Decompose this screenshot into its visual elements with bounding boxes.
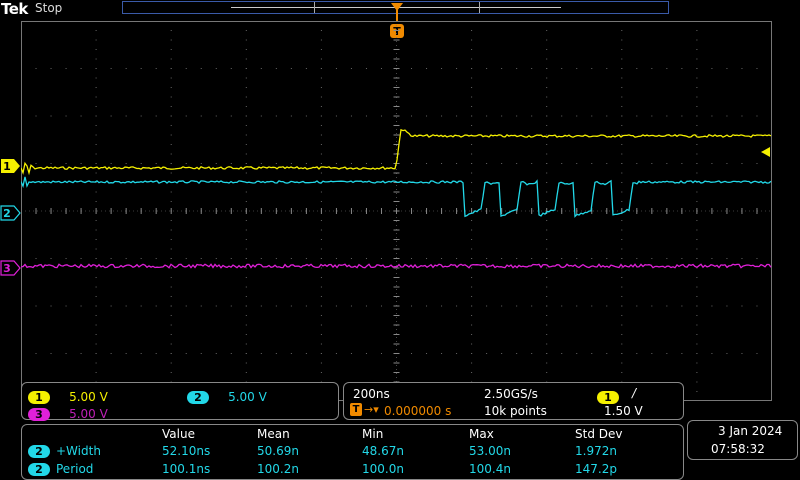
svg-text:2: 2 — [3, 207, 11, 220]
measurement-header-max: Max — [469, 427, 494, 441]
trigger-level: 1.50 V — [604, 404, 643, 418]
table-row[interactable]: 2 +Width 52.10ns 50.69n 48.67n 53.00n 1.… — [28, 444, 678, 460]
measurement-name: +Width — [56, 444, 101, 458]
trigger-position-icon: T — [350, 403, 362, 416]
svg-text:3: 3 — [3, 262, 11, 275]
trigger-position: 0.000000 s — [384, 404, 452, 418]
table-row[interactable]: 2 Period 100.1ns 100.2n 100.0n 100.4n 14… — [28, 462, 678, 478]
svg-text:1: 1 — [3, 160, 11, 173]
measurement-name: Period — [56, 462, 94, 476]
channel-3-waveform — [21, 263, 772, 269]
brand-logo: Tek — [1, 0, 28, 18]
channel-1-waveform — [21, 128, 772, 176]
trigger-slope: / — [632, 386, 637, 400]
measurement-header-std-dev: Std Dev — [575, 427, 623, 441]
measurement-header-value: Value — [162, 427, 195, 441]
acquisition-state[interactable]: Stop — [35, 1, 62, 15]
datetime-panel: 3 Jan 2024 07:58:32 — [687, 420, 798, 460]
record-length: 10k points — [484, 404, 547, 418]
horizontal-scale: 200ns — [353, 387, 390, 401]
measurement-header-mean: Mean — [257, 427, 290, 441]
channel-2-scale[interactable]: 2 5.00 V — [187, 386, 267, 405]
measurements-panel[interactable]: Value Mean Min Max Std Dev 2 +Width 52.1… — [21, 424, 684, 480]
record-view-tick — [314, 2, 315, 13]
waveform-display[interactable] — [21, 21, 772, 401]
channel-scale-panel[interactable]: 1 5.00 V 2 5.00 V 3 5.00 V — [21, 382, 339, 422]
channel-2-marker[interactable]: 2 — [0, 205, 22, 223]
time-readout: 07:58:32 — [711, 442, 765, 456]
trigger-source: 1 — [597, 386, 619, 405]
date-readout: 3 Jan 2024 — [718, 424, 783, 438]
measurement-header-min: Min — [362, 427, 384, 441]
channel-1-marker[interactable]: 1 — [0, 158, 22, 176]
arrow-icon: →▾ — [364, 403, 379, 416]
channel-3-marker[interactable]: 3 — [0, 260, 22, 278]
channel-3-scale[interactable]: 3 5.00 V — [28, 403, 108, 422]
timebase-panel[interactable]: 200ns 2.50GS/s 1 / T →▾ 0.000000 s 10k p… — [343, 382, 684, 420]
trigger-level-marker[interactable] — [758, 146, 772, 158]
graticule — [21, 21, 772, 401]
sample-rate: 2.50GS/s — [484, 387, 538, 401]
record-view-tick — [479, 2, 480, 13]
